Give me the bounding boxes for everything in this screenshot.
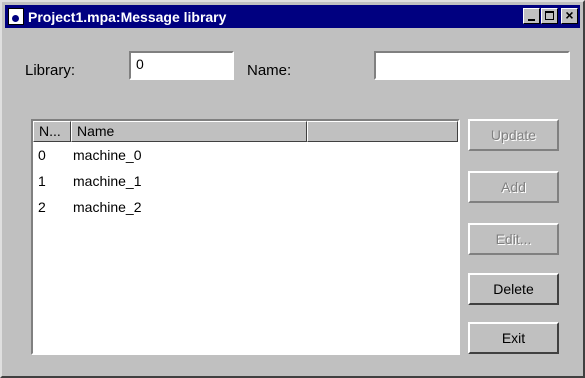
item-name: machine_0 bbox=[73, 147, 142, 163]
item-name: machine_1 bbox=[73, 173, 142, 189]
column-header-extra[interactable] bbox=[307, 121, 458, 142]
add-button[interactable]: Add bbox=[468, 171, 559, 203]
close-icon: × bbox=[565, 7, 574, 23]
window-title: Project1.mpa:Message library bbox=[28, 8, 227, 25]
list-item[interactable]: 2 machine_2 bbox=[33, 194, 458, 220]
library-label: Library: bbox=[25, 62, 76, 79]
message-library-window: Project1.mpa:Message library × Library: … bbox=[0, 0, 585, 378]
maximize-button[interactable] bbox=[541, 8, 558, 24]
add-button-label: Add bbox=[501, 179, 526, 195]
name-label: Name: bbox=[247, 62, 292, 79]
item-number: 0 bbox=[38, 147, 46, 163]
update-button[interactable]: Update bbox=[468, 119, 559, 151]
exit-button-label: Exit bbox=[501, 330, 526, 346]
exit-button[interactable]: Exit bbox=[468, 322, 559, 354]
maximize-icon bbox=[545, 11, 554, 20]
item-name: machine_2 bbox=[73, 199, 142, 215]
list-header: N... Name bbox=[33, 121, 458, 142]
update-button-label: Update bbox=[490, 127, 537, 143]
name-field[interactable] bbox=[374, 51, 570, 80]
document-icon[interactable] bbox=[8, 8, 24, 25]
list-item[interactable]: 1 machine_1 bbox=[33, 168, 458, 194]
item-number: 1 bbox=[38, 173, 46, 189]
minimize-icon bbox=[528, 19, 535, 21]
window-controls: × bbox=[522, 7, 578, 24]
minimize-button[interactable] bbox=[523, 8, 540, 24]
column-header-name[interactable]: Name bbox=[71, 121, 307, 142]
column-header-number[interactable]: N... bbox=[33, 121, 71, 142]
delete-button[interactable]: Delete bbox=[468, 273, 559, 305]
item-number: 2 bbox=[38, 199, 46, 215]
close-button[interactable]: × bbox=[561, 7, 578, 24]
message-list[interactable]: N... Name 0 machine_0 1 machine_1 2 mach… bbox=[31, 119, 460, 355]
title-bar[interactable]: Project1.mpa:Message library × bbox=[5, 5, 580, 28]
delete-button-label: Delete bbox=[493, 281, 534, 297]
list-item[interactable]: 0 machine_0 bbox=[33, 142, 458, 168]
library-field[interactable]: 0 bbox=[129, 51, 234, 80]
edit-button-label: Edit... bbox=[495, 231, 532, 247]
edit-button[interactable]: Edit... bbox=[468, 223, 559, 255]
